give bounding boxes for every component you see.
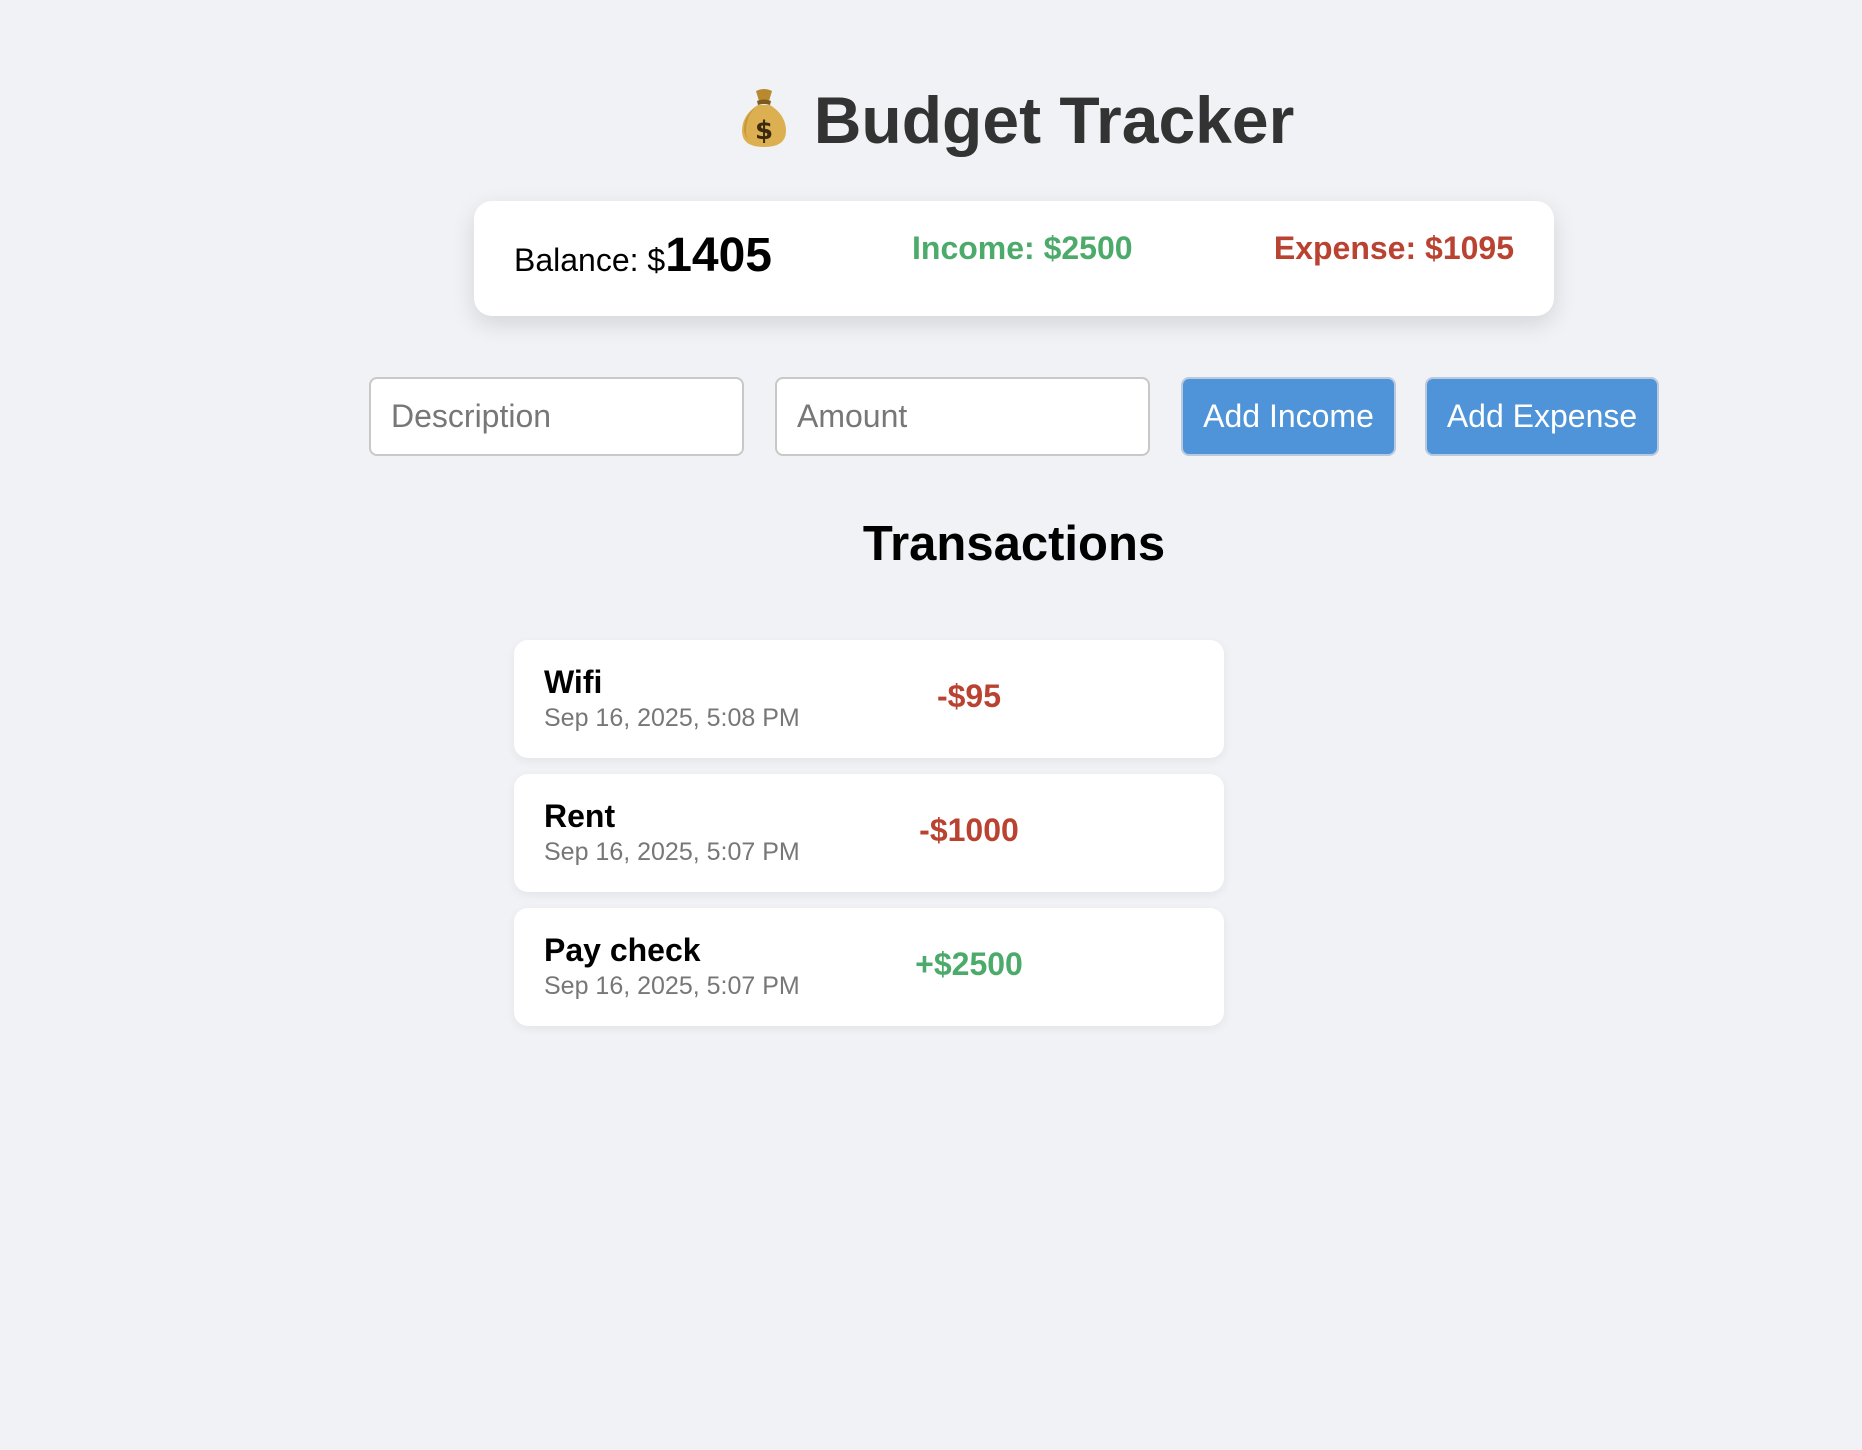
income-total: Income: $2500 <box>912 230 1133 266</box>
transaction-item: Pay check Sep 16, 2025, 5:07 PM +$2500 <box>514 908 1224 1026</box>
summary-card: Balance: $1405 Income: $2500 Expense: $1… <box>474 201 1554 316</box>
transactions-heading: Transactions <box>862 517 1166 571</box>
transaction-description: Pay check <box>544 932 701 968</box>
svg-text:$: $ <box>755 116 773 146</box>
page-title-text: Budget Tracker <box>813 83 1295 157</box>
balance-value: 1405 <box>665 229 772 282</box>
balance-label: Balance: $ <box>514 242 666 278</box>
balance-display: Balance: $1405 <box>514 228 772 283</box>
transaction-item: Wifi Sep 16, 2025, 5:08 PM -$95 <box>514 640 1224 758</box>
amount-input[interactable] <box>775 377 1150 456</box>
money-bag-icon: $ <box>736 84 792 147</box>
transaction-amount: +$2500 <box>915 946 1023 982</box>
transaction-description: Rent <box>544 798 616 834</box>
transaction-list: Wifi Sep 16, 2025, 5:08 PM -$95 Rent Sep… <box>514 640 1224 1042</box>
transaction-description: Wifi <box>544 664 603 700</box>
transaction-item: Rent Sep 16, 2025, 5:07 PM -$1000 <box>514 774 1224 892</box>
add-income-button[interactable]: Add Income <box>1181 377 1396 456</box>
page-title: $ Budget Tracker <box>0 78 1862 162</box>
description-input[interactable] <box>369 377 744 456</box>
transaction-amount: -$95 <box>936 678 1002 714</box>
expense-total: Expense: $1095 <box>1273 230 1514 266</box>
add-expense-button[interactable]: Add Expense <box>1425 377 1659 456</box>
transaction-amount: -$1000 <box>919 812 1019 848</box>
